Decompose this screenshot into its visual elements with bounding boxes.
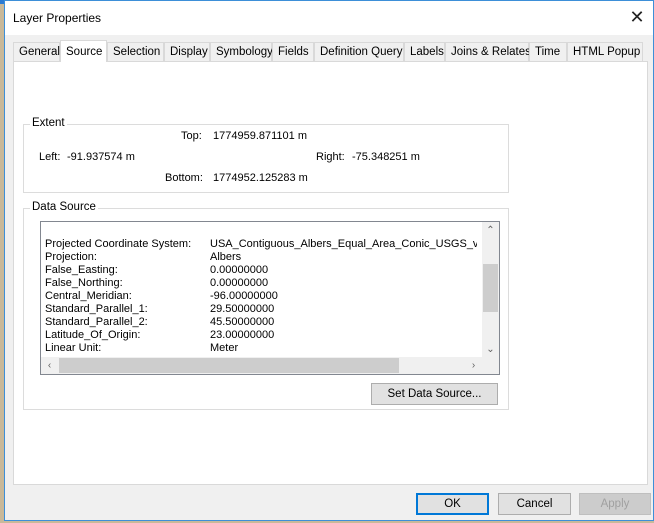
property-value: 0.00000000 xyxy=(210,277,269,289)
property-row: Projected Coordinate System: USA_Contiguo… xyxy=(45,238,477,251)
tab-joins-relates[interactable]: Joins & Relates xyxy=(445,42,531,61)
property-row: False_Easting: 0.00000000 xyxy=(45,264,477,277)
property-value: 0.00000000 xyxy=(210,264,269,276)
property-value: -96.00000000 xyxy=(210,290,278,302)
property-key: Projection: xyxy=(45,251,97,263)
extent-left-label: Left: xyxy=(39,151,61,163)
property-key: Linear Unit: xyxy=(45,342,102,354)
horizontal-scroll-thumb[interactable] xyxy=(59,358,399,373)
tab-time[interactable]: Time xyxy=(529,42,567,61)
property-row: Standard_Parallel_2: 45.50000000 xyxy=(45,316,477,329)
tab-symbology[interactable]: Symbology xyxy=(210,42,273,61)
window-title: Layer Properties xyxy=(13,11,102,25)
extent-top-label: Top: xyxy=(181,130,202,142)
property-key: False_Easting: xyxy=(45,264,118,276)
property-list: Projected Coordinate System: USA_Contiguo… xyxy=(45,238,477,355)
extent-top-value: 1774959.871101 m xyxy=(213,130,307,142)
scroll-up-icon[interactable]: ⌃ xyxy=(482,222,499,239)
extent-right-label: Right: xyxy=(316,151,345,163)
property-value: Meter xyxy=(210,342,239,354)
ok-button[interactable]: OK xyxy=(416,493,489,515)
tab-selection[interactable]: Selection xyxy=(107,42,164,61)
property-row: Central_Meridian: -96.00000000 xyxy=(45,290,477,303)
extent-left-value: -91.937574 m xyxy=(67,151,135,163)
data-source-group: Data Source Projected Coordinate System:… xyxy=(23,201,509,410)
property-value: 23.00000000 xyxy=(210,329,275,341)
scroll-down-icon[interactable]: ⌄ xyxy=(482,341,499,358)
apply-button: Apply xyxy=(579,493,651,515)
property-key: False_Northing: xyxy=(45,277,123,289)
property-key: Standard_Parallel_1: xyxy=(45,303,148,315)
property-row: Latitude_Of_Origin: 23.00000000 xyxy=(45,329,477,342)
property-row: Standard_Parallel_1: 29.50000000 xyxy=(45,303,477,316)
property-row: Linear Unit: Meter xyxy=(45,342,477,355)
property-key: Latitude_Of_Origin: xyxy=(45,329,141,341)
source-tab-panel: Extent Top: 1774959.871101 m Left: -91.9… xyxy=(13,61,648,485)
tab-definition-query[interactable]: Definition Query xyxy=(314,42,404,61)
extent-right-value: -75.348251 m xyxy=(352,151,420,163)
extent-label: Extent xyxy=(30,117,67,129)
vertical-scroll-thumb[interactable] xyxy=(483,264,498,312)
property-value: USA_Contiguous_Albers_Equal_Area_Conic_U… xyxy=(210,238,477,250)
scroll-left-icon[interactable]: ‹ xyxy=(41,357,58,374)
extent-bottom-label: Bottom: xyxy=(165,172,203,184)
tab-fields[interactable]: Fields xyxy=(272,42,314,61)
property-key: Standard_Parallel_2: xyxy=(45,316,148,328)
tab-labels[interactable]: Labels xyxy=(404,42,445,61)
data-source-label: Data Source xyxy=(30,201,98,213)
property-value: 29.50000000 xyxy=(210,303,275,315)
scrollbar-corner xyxy=(482,357,499,374)
extent-group: Extent Top: 1774959.871101 m Left: -91.9… xyxy=(23,117,509,193)
tab-source[interactable]: Source xyxy=(60,40,107,62)
tab-html-popup[interactable]: HTML Popup xyxy=(567,42,643,61)
property-value: 45.50000000 xyxy=(210,316,275,328)
extent-bottom-value: 1774952.125283 m xyxy=(213,172,308,184)
title-bar: Layer Properties ✕ xyxy=(5,1,653,35)
property-row: Projection: Albers xyxy=(45,251,477,264)
scroll-right-icon[interactable]: › xyxy=(465,357,482,374)
vertical-scrollbar[interactable]: ⌃ ⌄ xyxy=(482,222,499,358)
set-data-source-button[interactable]: Set Data Source... xyxy=(371,383,498,405)
tab-general[interactable]: General xyxy=(13,42,60,61)
property-row: False_Northing: 0.00000000 xyxy=(45,277,477,290)
property-value: Albers xyxy=(210,251,242,263)
data-source-listbox[interactable]: Projected Coordinate System: USA_Contiguo… xyxy=(40,221,500,375)
close-icon[interactable]: ✕ xyxy=(623,5,651,29)
property-key: Projected Coordinate System: xyxy=(45,238,192,250)
layer-properties-dialog: Layer Properties ✕ General Source Select… xyxy=(4,0,654,521)
cancel-button[interactable]: Cancel xyxy=(498,493,571,515)
tab-display[interactable]: Display xyxy=(164,42,210,61)
horizontal-scrollbar[interactable]: ‹ › xyxy=(41,357,482,374)
property-key: Central_Meridian: xyxy=(45,290,132,302)
